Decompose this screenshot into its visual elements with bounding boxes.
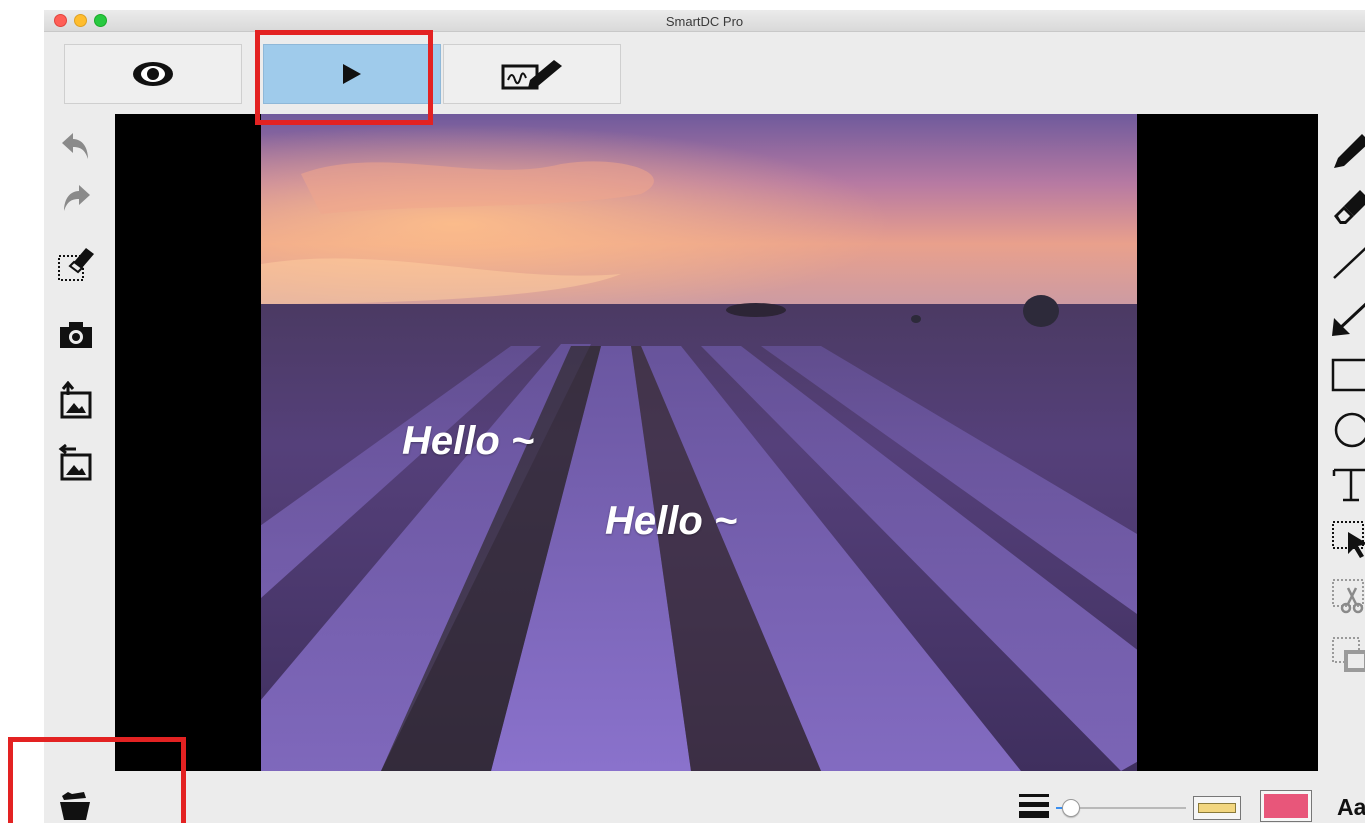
copy-tool-button[interactable] [1330,634,1365,678]
font-button[interactable]: Aa [1337,794,1365,821]
canvas-text-1[interactable]: Hello ~ [402,419,534,464]
cut-tool-button[interactable] [1330,576,1365,620]
copy-icon [1330,634,1365,679]
select-icon [1330,518,1365,563]
canvas-text-2[interactable]: Hello ~ [605,499,737,544]
open-file-button[interactable] [58,790,98,822]
pen-color-swatch[interactable] [1260,790,1312,822]
app-window: SmartDC Pro Hello ~ Hello ~ Aa [44,10,1365,823]
erase-selection-icon [56,244,96,289]
arrow-tool-button[interactable] [1330,298,1365,342]
rectangle-tool-button[interactable] [1330,354,1365,398]
size-slider[interactable] [1056,798,1186,818]
undo-icon [59,129,93,168]
annotate-mode-button[interactable] [443,44,621,104]
folder-open-icon [58,792,92,823]
lavender-field-image [261,114,1137,771]
import-image-icon [58,380,94,424]
export-image-icon [58,443,94,486]
signature-pen-icon [500,56,564,92]
play-mode-button[interactable] [263,44,441,104]
camera-icon [58,320,94,355]
circle-tool-button[interactable] [1330,410,1365,454]
line-icon [1330,242,1365,287]
pencil-icon [1330,132,1365,177]
highlighter-color-fill [1198,803,1236,813]
circle-icon [1330,410,1365,455]
import-image-button[interactable] [54,380,98,424]
pen-color-fill [1264,794,1308,818]
camera-button[interactable] [54,317,98,357]
eraser-icon [1330,186,1365,231]
eye-icon [131,60,175,88]
select-tool-button[interactable] [1330,518,1365,562]
view-mode-button[interactable] [64,44,242,104]
pencil-tool-button[interactable] [1330,132,1365,176]
undo-button[interactable] [54,128,98,168]
cut-icon [1330,576,1365,621]
export-image-button[interactable] [54,443,98,486]
line-width-icon [1019,794,1049,822]
text-tool-button[interactable] [1330,464,1365,508]
redo-button[interactable] [54,180,98,220]
eraser-tool-button[interactable] [1330,186,1365,230]
redo-icon [59,181,93,220]
play-icon [341,62,363,86]
erase-selection-button[interactable] [54,246,98,286]
title-bar: SmartDC Pro [44,10,1365,32]
text-icon [1330,464,1365,509]
bottom-toolbar: Aa [44,772,1365,823]
size-slider-thumb[interactable] [1061,799,1080,817]
lavender-field-photo [261,114,1137,771]
rectangle-icon [1330,354,1365,399]
window-title: SmartDC Pro [665,14,744,29]
line-tool-button[interactable] [1330,242,1365,286]
line-width-button[interactable] [1019,792,1051,820]
arrow-icon [1330,298,1365,343]
highlighter-color-swatch[interactable] [1193,796,1241,820]
presentation-canvas[interactable]: Hello ~ Hello ~ [115,114,1318,771]
